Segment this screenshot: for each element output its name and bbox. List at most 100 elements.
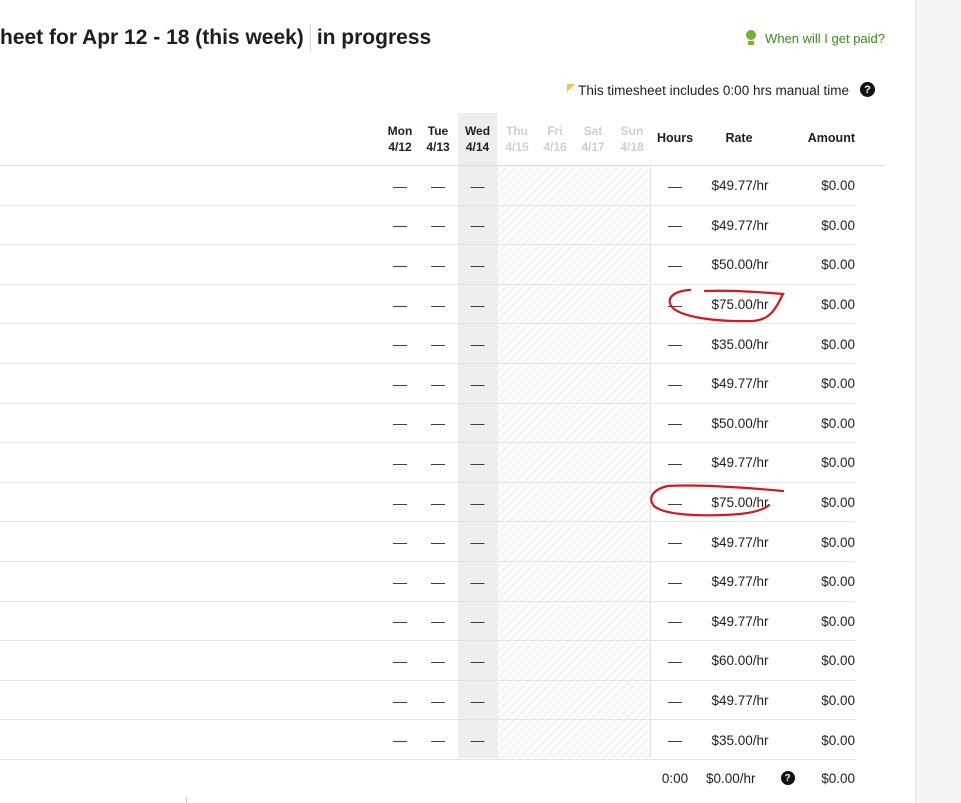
col-header-fri: Fri 4/16 [537,123,573,155]
col-header-day: Wed [464,124,491,138]
wed-cell: — [470,415,485,432]
hours-cell: — [668,256,682,273]
table-row: — — — — $75.00/hr $0.00 [0,285,855,325]
rate-cell: $49.77/hr [711,613,769,629]
mon-cell: — [393,375,407,392]
amount-cell: $0.00 [821,732,855,748]
amount-cell: $0.00 [821,257,855,273]
rate-cell: $49.77/hr [711,574,769,590]
table-row: — — — — $49.77/hr $0.00 [0,443,855,483]
hours-cell: — [668,415,682,432]
mon-cell: — [393,573,407,590]
amount-cell: $0.00 [821,178,855,194]
rate-cell: $60.00/hr [711,653,769,669]
timesheet-title: heet for Apr 12 - 18 (this week) in prog… [0,24,431,52]
wed-cell: — [470,256,485,273]
table-row: — — — — $50.00/hr $0.00 [0,404,855,444]
col-header-tue: Tue 4/13 [420,123,456,155]
tue-cell: — [431,494,445,511]
hours-cell: — [668,692,682,709]
tue-cell: — [431,375,445,392]
rate-cell: $49.77/hr [711,693,769,709]
total-rate: $0.00/hr [706,770,756,786]
when-will-i-get-paid-label: When will I get paid? [765,30,885,46]
rate-cell: $49.77/hr [711,217,769,233]
mon-cell: — [393,177,407,194]
when-will-i-get-paid-link[interactable]: When will I get paid? [745,30,885,46]
tue-cell: — [431,177,445,194]
hours-cell: — [668,454,682,471]
wed-cell: — [470,177,485,194]
wed-cell: — [470,534,485,551]
col-header-day: Thu [506,124,528,138]
wed-cell: — [470,652,485,669]
rate-cell: $49.77/hr [711,178,769,194]
question-circle-icon[interactable]: ? [860,82,875,97]
wed-cell: — [470,296,485,313]
col-header-day: Sat [583,124,603,138]
rate-cell: $49.77/hr [711,534,769,550]
wed-cell: — [470,454,485,471]
timesheet-title-text: heet for Apr 12 - 18 (this week) [0,26,304,49]
tue-cell: — [431,296,445,313]
amount-cell: $0.00 [821,613,855,629]
col-header-rate: Rate [725,131,753,145]
manual-time-note: This timesheet includes 0:00 hrs manual … [567,83,849,98]
rate-cell: $50.00/hr [711,257,769,273]
mon-cell: — [393,494,407,511]
hours-cell: — [668,177,682,194]
col-header-date: 4/16 [543,140,567,154]
amount-cell: $0.00 [821,336,855,352]
col-header-date: 4/17 [581,140,605,154]
rate-cell: $35.00/hr [711,336,769,352]
total-hours: 0:00 [661,770,689,786]
tue-cell: — [431,732,445,749]
tue-cell: — [431,336,445,353]
table-row: — — — — $49.77/hr $0.00 [0,602,855,642]
col-header-thu: Thu 4/15 [499,123,535,155]
amount-cell: $0.00 [821,534,855,550]
wed-cell: — [470,217,485,234]
col-header-date: 4/12 [388,140,412,154]
amount-cell: $0.00 [821,574,855,590]
table-row: — — — — $49.77/hr $0.00 [0,681,855,721]
total-amount: $0.00 [821,770,855,786]
wed-cell: — [470,573,485,590]
wed-cell: — [470,692,485,709]
hours-cell: — [668,296,682,313]
table-row: — — — — $49.77/hr $0.00 [0,562,855,602]
mon-cell: — [393,256,407,273]
rate-cell: $35.00/hr [711,732,769,748]
col-header-date: 4/15 [505,140,529,154]
table-row: — — — — $49.77/hr $0.00 [0,166,855,206]
mon-cell: — [393,534,407,551]
col-header-mon: Mon 4/12 [382,123,418,155]
corner-flag-icon [567,83,576,92]
tue-cell: — [431,534,445,551]
col-header-hours: Hours [656,131,694,145]
tue-cell: — [431,652,445,669]
rate-cell: $75.00/hr [711,495,769,511]
wed-cell: — [470,375,485,392]
hours-cell: — [668,613,682,630]
mon-cell: — [393,613,407,630]
col-header-date: 4/13 [426,140,450,154]
table-row: — — — — $50.00/hr $0.00 [0,245,855,285]
hours-cell: — [668,652,682,669]
wed-cell: — [470,732,485,749]
tue-cell: — [431,256,445,273]
tue-cell: — [431,573,445,590]
col-header-date: 4/18 [620,140,644,154]
hours-cell: — [668,534,682,551]
mon-cell: — [393,454,407,471]
hours-cell: — [668,732,682,749]
hours-cell: — [668,336,682,353]
col-header-day: Tue [427,124,449,138]
hours-cell: — [668,494,682,511]
timesheet-rows: — — — — $49.77/hr $0.00 — — — — $49.77/h… [0,166,855,760]
tue-cell: — [431,613,445,630]
mon-cell: — [393,652,407,669]
rate-cell: $50.00/hr [711,415,769,431]
table-row: — — — — $60.00/hr $0.00 [0,641,855,681]
table-row: — — — — $49.77/hr $0.00 [0,206,855,246]
